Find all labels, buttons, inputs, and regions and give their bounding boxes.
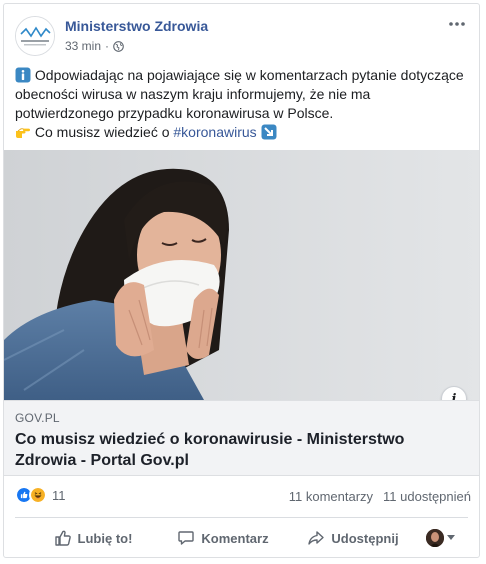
comment-bubble-icon [178, 531, 195, 545]
reaction-identity-selector[interactable] [426, 522, 455, 554]
thumbs-up-icon [54, 530, 71, 546]
comment-label: Komentarz [201, 530, 269, 546]
like-label: Lubię to! [77, 530, 133, 546]
sneezing-woman-photo [4, 150, 479, 400]
ministry-logo-icon [16, 17, 54, 55]
link-preview-image[interactable] [4, 150, 479, 400]
share-button[interactable]: Udostępnij [288, 522, 418, 554]
share-arrow-icon [308, 531, 325, 545]
reaction-count: 11 [52, 487, 66, 503]
more-options-button[interactable] [445, 14, 469, 34]
caret-down-icon [447, 535, 455, 540]
pointing-hand-icon [16, 128, 30, 138]
ellipsis-icon [449, 22, 465, 26]
haha-reaction-icon [29, 486, 47, 504]
action-bar: Lubię to! Komentarz Udostępnij [4, 521, 479, 555]
info-icon [15, 67, 31, 83]
post-timestamp[interactable]: 33 min [65, 39, 101, 53]
arrow-down-right-icon [261, 124, 277, 140]
page-avatar[interactable] [15, 16, 55, 56]
post-card: Ministerstwo Zdrowia 33 min · Odpowiadaj… [3, 3, 480, 558]
post-text: Odpowiadając na pojawiające się w koment… [15, 66, 471, 142]
link-preview[interactable]: GOV.PL Co musisz wiedzieć o koronawirusi… [4, 400, 479, 476]
reactions-summary[interactable]: 11 [15, 486, 66, 504]
share-label: Udostępnij [331, 530, 399, 546]
hashtag-link[interactable]: #koronawirus [173, 124, 256, 140]
link-title[interactable]: Co musisz wiedzieć o koronawirusie - Min… [15, 429, 470, 471]
shares-count[interactable]: 11 udostępnień [383, 489, 471, 504]
page-name[interactable]: Ministerstwo Zdrowia [65, 18, 208, 34]
meta-separator: · [105, 39, 110, 53]
post-main-text: Odpowiadając na pojawiające się w koment… [15, 67, 464, 121]
post-meta: 33 min · [65, 39, 124, 53]
post-cta-text: Co musisz wiedzieć o [34, 124, 170, 140]
link-domain: GOV.PL [15, 411, 60, 425]
comment-button[interactable]: Komentarz [158, 522, 288, 554]
engagement-counts: 11 komentarzy 11 udostępnień [289, 489, 471, 504]
user-photo-icon [426, 529, 444, 547]
user-avatar [426, 529, 444, 547]
globe-icon[interactable] [113, 40, 124, 52]
like-button[interactable]: Lubię to! [28, 522, 158, 554]
comments-count[interactable]: 11 komentarzy [289, 489, 373, 504]
divider [15, 517, 468, 518]
